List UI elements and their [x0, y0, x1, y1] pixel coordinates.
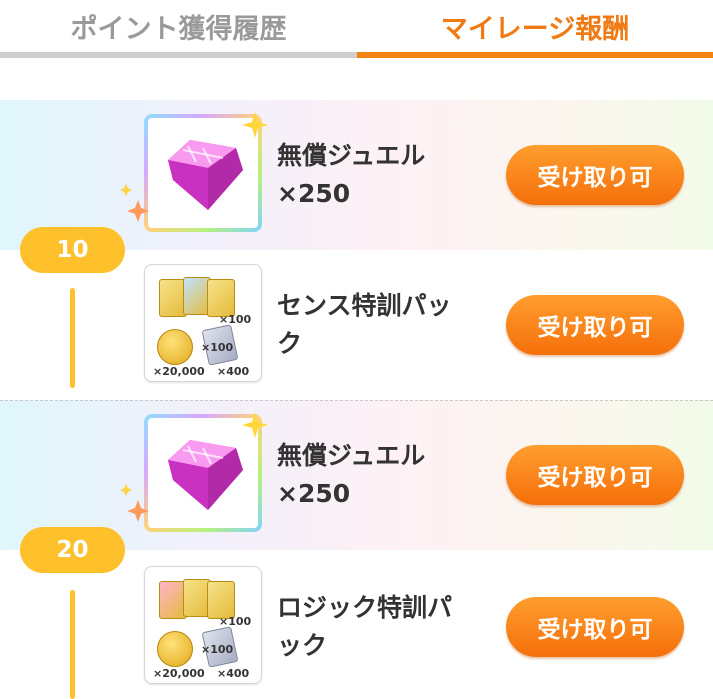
- section-divider: [0, 400, 713, 401]
- pack-count: ×20,000: [153, 667, 205, 680]
- logic-training-pack-icon: ×100 ×100 ×20,000 ×400: [144, 566, 262, 684]
- level-badge-20: 20: [20, 527, 125, 573]
- tab-underline-active: [357, 52, 713, 58]
- pack-count: ×100: [219, 313, 252, 326]
- pack-count: ×100: [201, 643, 234, 656]
- reward-name: 無償ジュエル ×250: [277, 110, 492, 240]
- reward-row: 無償ジュエル ×250 受け取り可: [120, 410, 713, 540]
- reward-row: ×100 ×100 ×20,000 ×400 センス特訓パック 受け取り可: [140, 260, 713, 390]
- reward-name-line: ク: [277, 329, 303, 358]
- pack-count: ×400: [217, 365, 250, 378]
- tab-point-history[interactable]: ポイント獲得履歴: [0, 0, 357, 52]
- sparkle-icon: [120, 184, 149, 222]
- timeline-line: [70, 288, 75, 388]
- claim-button[interactable]: 受け取り可: [506, 145, 684, 205]
- reward-row: 無償ジュエル ×250 受け取り可: [120, 110, 713, 240]
- pack-count: ×400: [217, 667, 250, 680]
- reward-name-line: センス特訓パッ: [277, 291, 452, 320]
- reward-name: センス特訓パック: [277, 260, 492, 390]
- reward-name-line: 無償ジュエル: [277, 141, 426, 170]
- sparkle-icon: [242, 112, 268, 138]
- sparkle-icon: [242, 412, 268, 438]
- tab-underline-inactive: [0, 52, 357, 58]
- reward-name: ロジック特訓パ ック: [277, 562, 492, 692]
- reward-row: ×100 ×100 ×20,000 ×400 ロジック特訓パ ック 受け取り可: [140, 562, 713, 692]
- timeline-line: [70, 590, 75, 699]
- tab-mileage-rewards[interactable]: マイレージ報酬: [357, 0, 713, 52]
- claim-button[interactable]: 受け取り可: [506, 295, 684, 355]
- sparkle-icon: [120, 484, 149, 522]
- pack-count: ×20,000: [153, 365, 205, 378]
- reward-name: 無償ジュエル ×250: [277, 410, 492, 540]
- pack-count: ×100: [201, 341, 234, 354]
- reward-quantity: ×250: [277, 479, 351, 508]
- claim-button[interactable]: 受け取り可: [506, 597, 684, 657]
- reward-name-line: ック: [277, 631, 328, 660]
- reward-name-line: ロジック特訓パ: [277, 593, 453, 622]
- level-badge-10: 10: [20, 227, 125, 273]
- reward-quantity: ×250: [277, 179, 351, 208]
- reward-name-line: 無償ジュエル: [277, 441, 426, 470]
- tab-bar: ポイント獲得履歴 マイレージ報酬: [0, 0, 713, 58]
- pack-count: ×100: [219, 615, 252, 628]
- claim-button[interactable]: 受け取り可: [506, 445, 684, 505]
- sense-training-pack-icon: ×100 ×100 ×20,000 ×400: [144, 264, 262, 382]
